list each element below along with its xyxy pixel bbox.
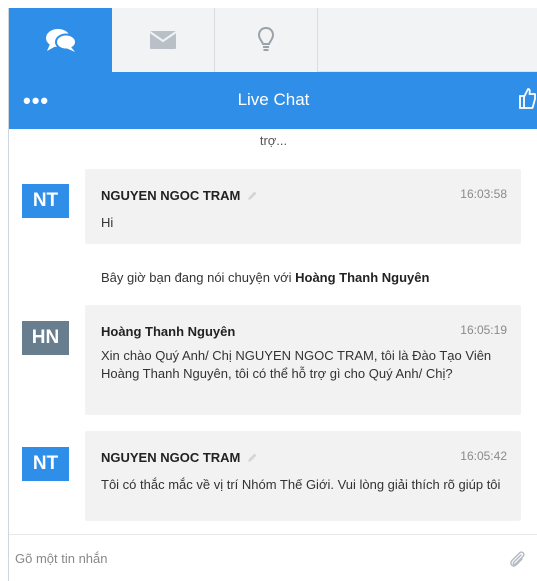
pencil-icon (248, 191, 257, 200)
chat-widget: ••• Live Chat trợ... NT NGUYEN NGOC TRAM… (8, 8, 537, 581)
thumbs-up-icon (519, 88, 536, 109)
message-input-bar (9, 534, 537, 581)
avatar: NT (22, 447, 69, 481)
notice-text: Bây giờ bạn đang nói chuyện với (101, 270, 296, 285)
message-time: 16:05:42 (460, 449, 507, 463)
agent-joined-notice: Bây giờ bạn đang nói chuyện với Hoàng Th… (101, 270, 429, 285)
message-text: Hi (101, 215, 114, 230)
notice-agent-name: Hoàng Thanh Nguyên (295, 270, 430, 285)
attach-button[interactable] (508, 549, 526, 574)
message-time: 16:03:58 (460, 187, 507, 201)
tab-chat[interactable] (9, 8, 112, 72)
tab-bar (9, 8, 537, 72)
avatar: HN (22, 321, 69, 355)
message-bubble: Hoàng Thanh Nguyên 16:05:19 Xin chào Quý… (85, 305, 521, 415)
sender-name-row: NGUYEN NGOC TRAM (101, 188, 258, 203)
paperclip-icon (510, 551, 525, 567)
pencil-icon (248, 453, 257, 462)
chat-title: Live Chat (237, 90, 310, 109)
message-text: Tôi có thắc mắc về vị trí Nhóm Thế Giới.… (101, 477, 501, 492)
message-time: 16:05:19 (460, 323, 507, 337)
sender-name: Hoàng Thanh Nguyên (101, 324, 236, 339)
lightbulb-icon (257, 26, 275, 51)
sender-name: NGUYEN NGOC TRAM (101, 450, 241, 465)
message-text: Xin chào Quý Anh/ Chị NGUYEN NGOC TRAM, … (101, 348, 492, 381)
message-input[interactable] (15, 551, 485, 566)
chat-header: ••• Live Chat (9, 72, 537, 129)
envelope-icon (149, 31, 177, 49)
tab-ideas[interactable] (215, 8, 318, 72)
sender-name-row: NGUYEN NGOC TRAM (101, 450, 258, 465)
message-bubble: NGUYEN NGOC TRAM 16:03:58 Hi (85, 169, 521, 244)
message-list[interactable]: trợ... NT NGUYEN NGOC TRAM 16:03:58 Hi B… (9, 129, 537, 534)
chat-bubbles-icon (45, 29, 77, 52)
avatar: NT (22, 184, 69, 218)
sender-name: NGUYEN NGOC TRAM (101, 188, 241, 203)
thumbs-up-button[interactable] (518, 86, 536, 115)
tab-email[interactable] (112, 8, 215, 72)
tab-bar-filler (318, 8, 537, 71)
message-bubble: NGUYEN NGOC TRAM 16:05:42 Tôi có thắc mắ… (85, 431, 521, 521)
truncated-message: trợ... (259, 133, 288, 148)
